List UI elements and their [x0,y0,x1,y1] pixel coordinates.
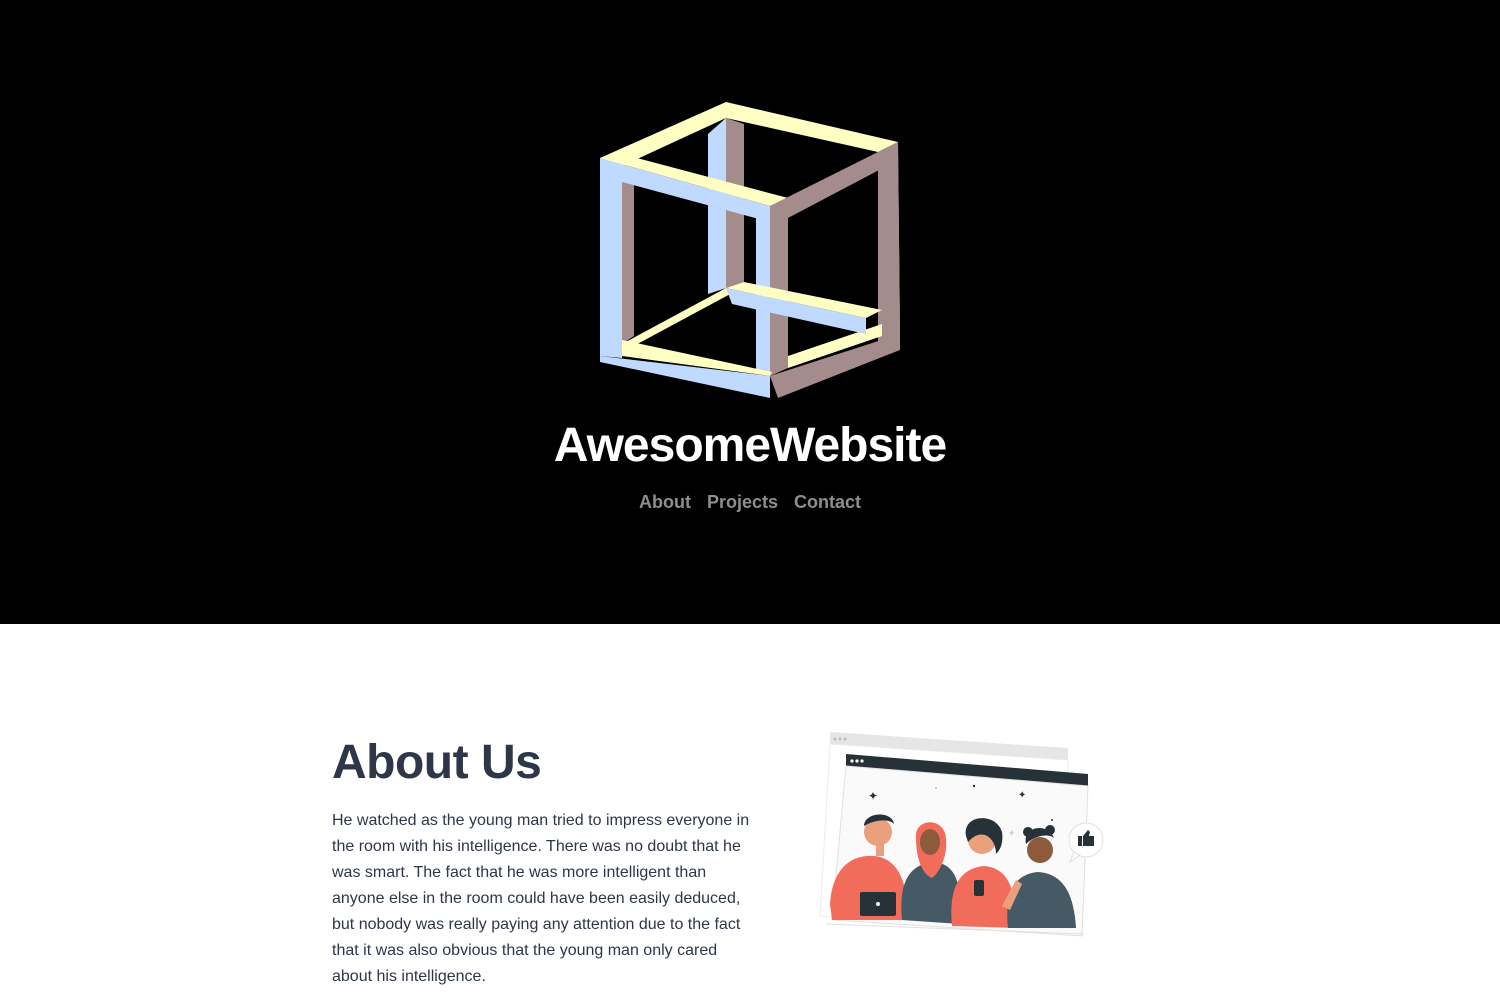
svg-text:✦: ✦ [1018,790,1026,801]
about-title: About Us [332,736,542,789]
nav-link-about[interactable]: About [639,488,691,516]
svg-text:✦: ✦ [1008,829,1016,839]
about-body: He watched as the young man tried to imp… [332,812,750,985]
svg-text:✦: ✦ [868,789,878,803]
nav-link-projects[interactable]: Projects [707,488,778,516]
nav-link-contact[interactable]: Contact [794,488,861,516]
site-title: AwesomeWebsite [553,419,947,472]
team-illustration: ✦ ✦ ✦ [819,732,1104,937]
main-nav: About Projects Contact [0,488,1500,516]
impossible-cube-icon [600,102,900,398]
hero-header: AwesomeWebsite About Projects Contact [0,0,1500,624]
